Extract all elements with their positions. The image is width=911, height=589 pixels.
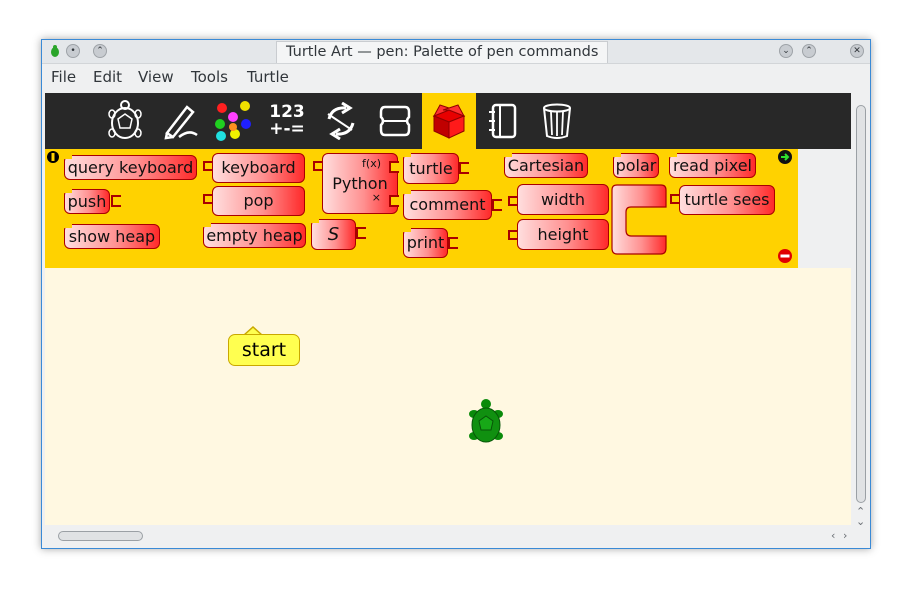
- menu-turtle[interactable]: Turtle: [247, 68, 289, 86]
- block-label: keyboard: [221, 158, 296, 177]
- tool-trash[interactable]: [530, 93, 584, 149]
- block-pop[interactable]: pop: [212, 186, 305, 216]
- horizontal-scrollbar[interactable]: ‹ ›: [45, 528, 851, 544]
- menu-edit[interactable]: Edit: [93, 68, 122, 86]
- horizontal-scroll-thumb[interactable]: [58, 531, 143, 541]
- block-python-lambda[interactable]: S: [311, 219, 356, 250]
- block-plug: [508, 196, 517, 206]
- turtle-art-window: • ⌃ Turtle Art — pen: Palette of pen com…: [41, 39, 871, 549]
- scroll-down-arrow[interactable]: ⌄: [856, 515, 865, 528]
- block-polar[interactable]: polar: [613, 153, 659, 178]
- block-label: Cartesian: [507, 155, 585, 175]
- window-title: Turtle Art — pen: Palette of pen command…: [276, 41, 609, 63]
- block-socket: [111, 195, 121, 207]
- scroll-right-arrow[interactable]: ›: [843, 529, 847, 542]
- extras-palette: query keyboard push show heap keyboard p…: [45, 149, 798, 268]
- block-label: empty heap: [206, 225, 303, 245]
- block-label: push: [67, 191, 107, 211]
- pen-icon: [164, 105, 198, 140]
- trash-icon: [543, 103, 571, 139]
- turtle-canvas[interactable]: start: [45, 268, 851, 525]
- vertical-scroll-thumb[interactable]: [856, 105, 866, 503]
- palette-toolbar: 123 +-=: [45, 93, 851, 149]
- block-read-pixel[interactable]: read pixel: [669, 153, 756, 178]
- block-push[interactable]: push: [64, 189, 110, 214]
- title-bar: • ⌃ Turtle Art — pen: Palette of pen com…: [42, 40, 870, 64]
- window-menu-button[interactable]: •: [66, 44, 80, 58]
- block-plug: [670, 194, 679, 204]
- minimize-button[interactable]: ⌄: [779, 44, 793, 58]
- snake-icon: S: [327, 223, 340, 245]
- block-query-keyboard[interactable]: query keyboard: [64, 155, 197, 180]
- next-palette-icon[interactable]: [777, 149, 793, 165]
- tool-notebook[interactable]: [476, 93, 530, 149]
- menu-tools[interactable]: Tools: [191, 68, 228, 86]
- block-label: height: [537, 224, 589, 244]
- block-label: width: [540, 189, 586, 209]
- block-socket: [389, 161, 399, 173]
- hide-palette-icon[interactable]: [777, 248, 793, 264]
- tool-blocks[interactable]: [368, 93, 422, 149]
- block-width[interactable]: width: [517, 184, 609, 215]
- block-print[interactable]: print: [403, 228, 448, 258]
- tool-colors[interactable]: [206, 93, 260, 149]
- block-socket: [459, 162, 469, 174]
- colors-icon: [215, 101, 251, 141]
- notebook-icon: [489, 103, 517, 139]
- tool-pen[interactable]: [152, 93, 206, 149]
- block-cartesian[interactable]: Cartesian: [504, 153, 588, 178]
- block-label: Python: [332, 173, 388, 193]
- block-flow-branch[interactable]: [611, 184, 668, 257]
- block-plug: [508, 230, 517, 240]
- app-icon: [51, 45, 59, 57]
- tool-numbers[interactable]: 123 +-=: [260, 93, 314, 149]
- menu-file[interactable]: File: [51, 68, 76, 86]
- block-show-heap[interactable]: show heap: [64, 224, 160, 249]
- block-label: comment: [409, 195, 486, 214]
- block-height[interactable]: height: [517, 219, 609, 250]
- maximize-button[interactable]: ⌃: [802, 44, 816, 58]
- block-plug: [203, 161, 212, 171]
- palette-orientation-icon[interactable]: [46, 150, 60, 164]
- block-socket: [356, 227, 366, 239]
- tool-turtle[interactable]: [98, 93, 152, 149]
- close-button[interactable]: ✕: [850, 44, 864, 58]
- tool-flow[interactable]: [314, 93, 368, 149]
- flow-icon: [327, 102, 355, 140]
- block-socket: [448, 237, 458, 249]
- menu-view[interactable]: View: [138, 68, 174, 86]
- block-keyboard[interactable]: keyboard: [212, 153, 305, 183]
- block-label: show heap: [68, 226, 156, 246]
- block-plug: [313, 161, 322, 171]
- block-turtle-sees[interactable]: turtle sees: [679, 185, 775, 215]
- menu-bar: File Edit View Tools Turtle: [42, 64, 870, 92]
- extras-icon: [432, 104, 466, 139]
- python-fx-label: f(x): [362, 157, 381, 170]
- keep-above-button[interactable]: ⌃: [93, 44, 107, 58]
- block-empty-heap[interactable]: empty heap: [203, 223, 306, 248]
- block-label: polar: [615, 155, 657, 175]
- turtle-sprite[interactable]: [468, 398, 504, 448]
- block-label: pop: [243, 191, 274, 210]
- block-label: turtle: [409, 158, 453, 178]
- numbers-icon-bottom: +-=: [269, 119, 305, 139]
- python-x-label: ×: [371, 191, 381, 204]
- turtle-icon: [108, 100, 142, 139]
- blocks-icon: [379, 105, 411, 137]
- block-label: turtle sees: [684, 190, 770, 209]
- numbers-icon: 123 +-=: [269, 104, 305, 138]
- block-socket: [389, 195, 399, 207]
- block-comment[interactable]: comment: [403, 190, 492, 220]
- tool-extras[interactable]: [422, 93, 476, 149]
- block-label: query keyboard: [67, 157, 194, 177]
- block-socket: [492, 199, 502, 211]
- start-block-label: start: [228, 334, 300, 366]
- block-label: print: [406, 233, 445, 252]
- block-label: read pixel: [673, 155, 752, 175]
- block-python[interactable]: f(x) Python ×: [322, 153, 398, 214]
- block-turtle[interactable]: turtle: [403, 153, 459, 184]
- block-plug: [203, 194, 212, 204]
- vertical-scrollbar[interactable]: ⌃ ⌄: [853, 93, 869, 530]
- scroll-left-arrow[interactable]: ‹: [831, 529, 835, 542]
